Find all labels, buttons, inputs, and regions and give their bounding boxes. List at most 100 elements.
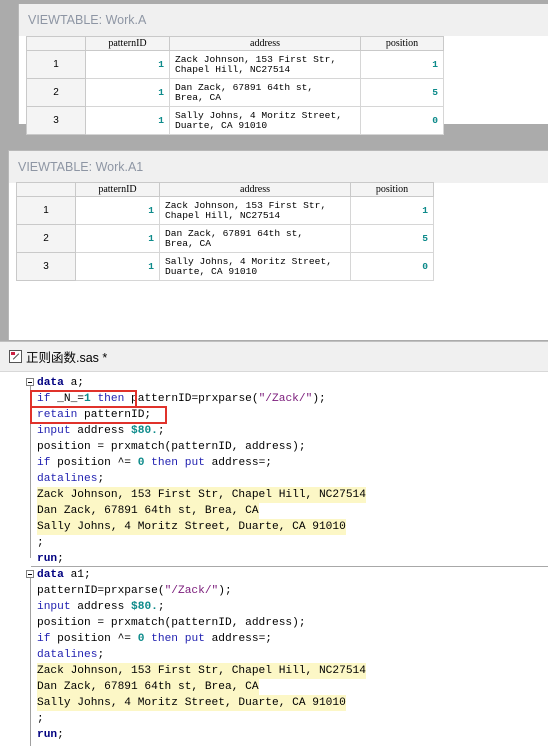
cell-patternid[interactable]: 1 [75,224,160,253]
highlight-box-retain [30,406,167,424]
string-literal: "/Zack/" [258,393,313,405]
viewtable-work-a1-window: VIEWTABLE: Work.A1 patternID address pos… [8,150,548,340]
code-line-input[interactable]: input address $80.; [37,599,165,615]
format-literal: $80. [131,425,158,437]
code-text: address [70,425,132,437]
code-text: position ^= [50,457,138,469]
code-line-run[interactable]: run; [37,727,64,743]
row-number[interactable]: 1 [16,196,76,225]
datalines-row[interactable]: Sally Johns, 4 Moritz Street, Duarte, CA… [37,695,346,711]
column-header-rownum[interactable] [16,182,76,197]
table-row[interactable]: 2 1 Dan Zack, 67891 64th st, Brea, CA 5 [16,224,434,253]
collapse-toggle-icon[interactable] [26,378,34,386]
table-row[interactable]: 1 1 Zack Johnson, 153 First Str, Chapel … [16,196,434,225]
row-number[interactable]: 3 [16,252,76,281]
code-text: ; [97,473,105,485]
step-separator [31,566,548,567]
cell-address[interactable]: Dan Zack, 67891 64th st, Brea, CA [159,224,351,253]
cell-address[interactable]: Sally Johns, 4 Moritz Street, Duarte, CA… [169,106,361,135]
cell-patternid[interactable]: 1 [85,50,170,79]
sas-program-icon [9,350,22,363]
code-text: ; [57,553,64,565]
cell-position[interactable]: 5 [360,78,444,107]
fold-guide-line [30,578,31,746]
cell-address[interactable]: Zack Johnson, 153 First Str, Chapel Hill… [159,196,351,225]
format-literal: $80. [131,601,158,613]
code-line-run[interactable]: run; [37,551,64,567]
table-row[interactable]: 2 1 Dan Zack, 67891 64th st, Brea, CA 5 [26,78,444,107]
table-row[interactable]: 3 1 Sally Johns, 4 Moritz Street, Duarte… [16,252,434,281]
keyword-put: put [178,633,205,645]
dataset-name: a1; [63,569,91,581]
cell-position[interactable]: 0 [360,106,444,135]
code-line-data-a[interactable]: data a; [37,375,84,391]
datalines-row[interactable]: Dan Zack, 67891 64th st, Brea, CA [37,679,259,695]
keyword-if: if [37,457,51,469]
row-number[interactable]: 2 [26,78,86,107]
code-line-semicolon[interactable]: ; [37,711,44,727]
column-header-position[interactable]: position [350,182,434,197]
code-line-prxparse[interactable]: patternID=prxparse("/Zack/"); [37,583,232,599]
datalines-row[interactable]: Zack Johnson, 153 First Str, Chapel Hill… [37,663,366,679]
editor-titlebar[interactable]: 正则函数.sas * [0,342,548,372]
keyword-then: then [144,457,179,469]
code-line-data-a1[interactable]: data a1; [37,567,91,583]
cell-patternid[interactable]: 1 [75,196,160,225]
cell-address[interactable]: Sally Johns, 4 Moritz Street, Duarte, CA… [159,252,351,281]
datalines-row[interactable]: Sally Johns, 4 Moritz Street, Duarte, CA… [37,519,346,535]
code-text: address=; [204,457,273,469]
cell-position[interactable]: 1 [350,196,434,225]
keyword-datalines: datalines [37,473,98,485]
code-text: position ^= [50,633,138,645]
column-header-patternid[interactable]: patternID [85,36,170,51]
cell-patternid[interactable]: 1 [75,252,160,281]
data-grid: patternID address position 1 1 Zack John… [26,36,444,135]
keyword-data: data [37,569,64,581]
table-row[interactable]: 3 1 Sally Johns, 4 Moritz Street, Duarte… [26,106,444,135]
cell-patternid[interactable]: 1 [85,78,170,107]
column-header-address[interactable]: address [169,36,361,51]
code-text: ); [312,393,326,405]
code-text: ; [57,729,64,741]
data-grid: patternID address position 1 1 Zack John… [16,182,434,281]
program-editor-window: 正则函数.sas * data a; if _N_=1 then pattern… [0,341,548,751]
cell-patternid[interactable]: 1 [85,106,170,135]
column-header-rownum[interactable] [26,36,86,51]
code-text: ; [97,649,105,661]
collapse-toggle-icon[interactable] [26,570,34,578]
header-row: patternID address position [26,36,444,51]
row-number[interactable]: 3 [26,106,86,135]
code-line-prxmatch[interactable]: position = prxmatch(patternID, address); [37,439,306,455]
viewtable-work-a1-grid: patternID address position 1 1 Zack John… [16,182,434,281]
viewtable-work-a-window: VIEWTABLE: Work.A patternID address posi… [18,4,548,135]
row-number[interactable]: 2 [16,224,76,253]
code-text: patternID=prxparse( [37,585,165,597]
cell-position[interactable]: 5 [350,224,434,253]
keyword-run: run [37,553,58,565]
row-number[interactable]: 1 [26,50,86,79]
editor-title: 正则函数.sas * [26,351,108,365]
cell-position[interactable]: 1 [360,50,444,79]
code-line-input[interactable]: input address $80.; [37,423,165,439]
code-line-prxmatch[interactable]: position = prxmatch(patternID, address); [37,615,306,631]
column-header-position[interactable]: position [360,36,444,51]
code-text: ); [218,585,232,597]
keyword-input: input [37,425,71,437]
viewtable-work-a-title[interactable]: VIEWTABLE: Work.A [19,4,548,36]
column-header-patternid[interactable]: patternID [75,182,160,197]
code-line-datalines[interactable]: datalines; [37,471,104,487]
cell-position[interactable]: 0 [350,252,434,281]
table-row[interactable]: 1 1 Zack Johnson, 153 First Str, Chapel … [26,50,444,79]
viewtable-work-a1-title[interactable]: VIEWTABLE: Work.A1 [9,151,548,183]
cell-address[interactable]: Dan Zack, 67891 64th st, Brea, CA [169,78,361,107]
code-line-if-position[interactable]: if position ^= 0 then put address=; [37,631,272,647]
column-header-address[interactable]: address [159,182,351,197]
code-line-datalines[interactable]: datalines; [37,647,104,663]
datalines-row[interactable]: Dan Zack, 67891 64th st, Brea, CA [37,503,259,519]
code-line-semicolon[interactable]: ; [37,535,44,551]
code-line-if-position[interactable]: if position ^= 0 then put address=; [37,455,272,471]
keyword-input: input [37,601,71,613]
datalines-row[interactable]: Zack Johnson, 153 First Str, Chapel Hill… [37,487,366,503]
cell-address[interactable]: Zack Johnson, 153 First Str, Chapel Hill… [169,50,361,79]
code-text: patternID=prxparse( [131,393,259,405]
